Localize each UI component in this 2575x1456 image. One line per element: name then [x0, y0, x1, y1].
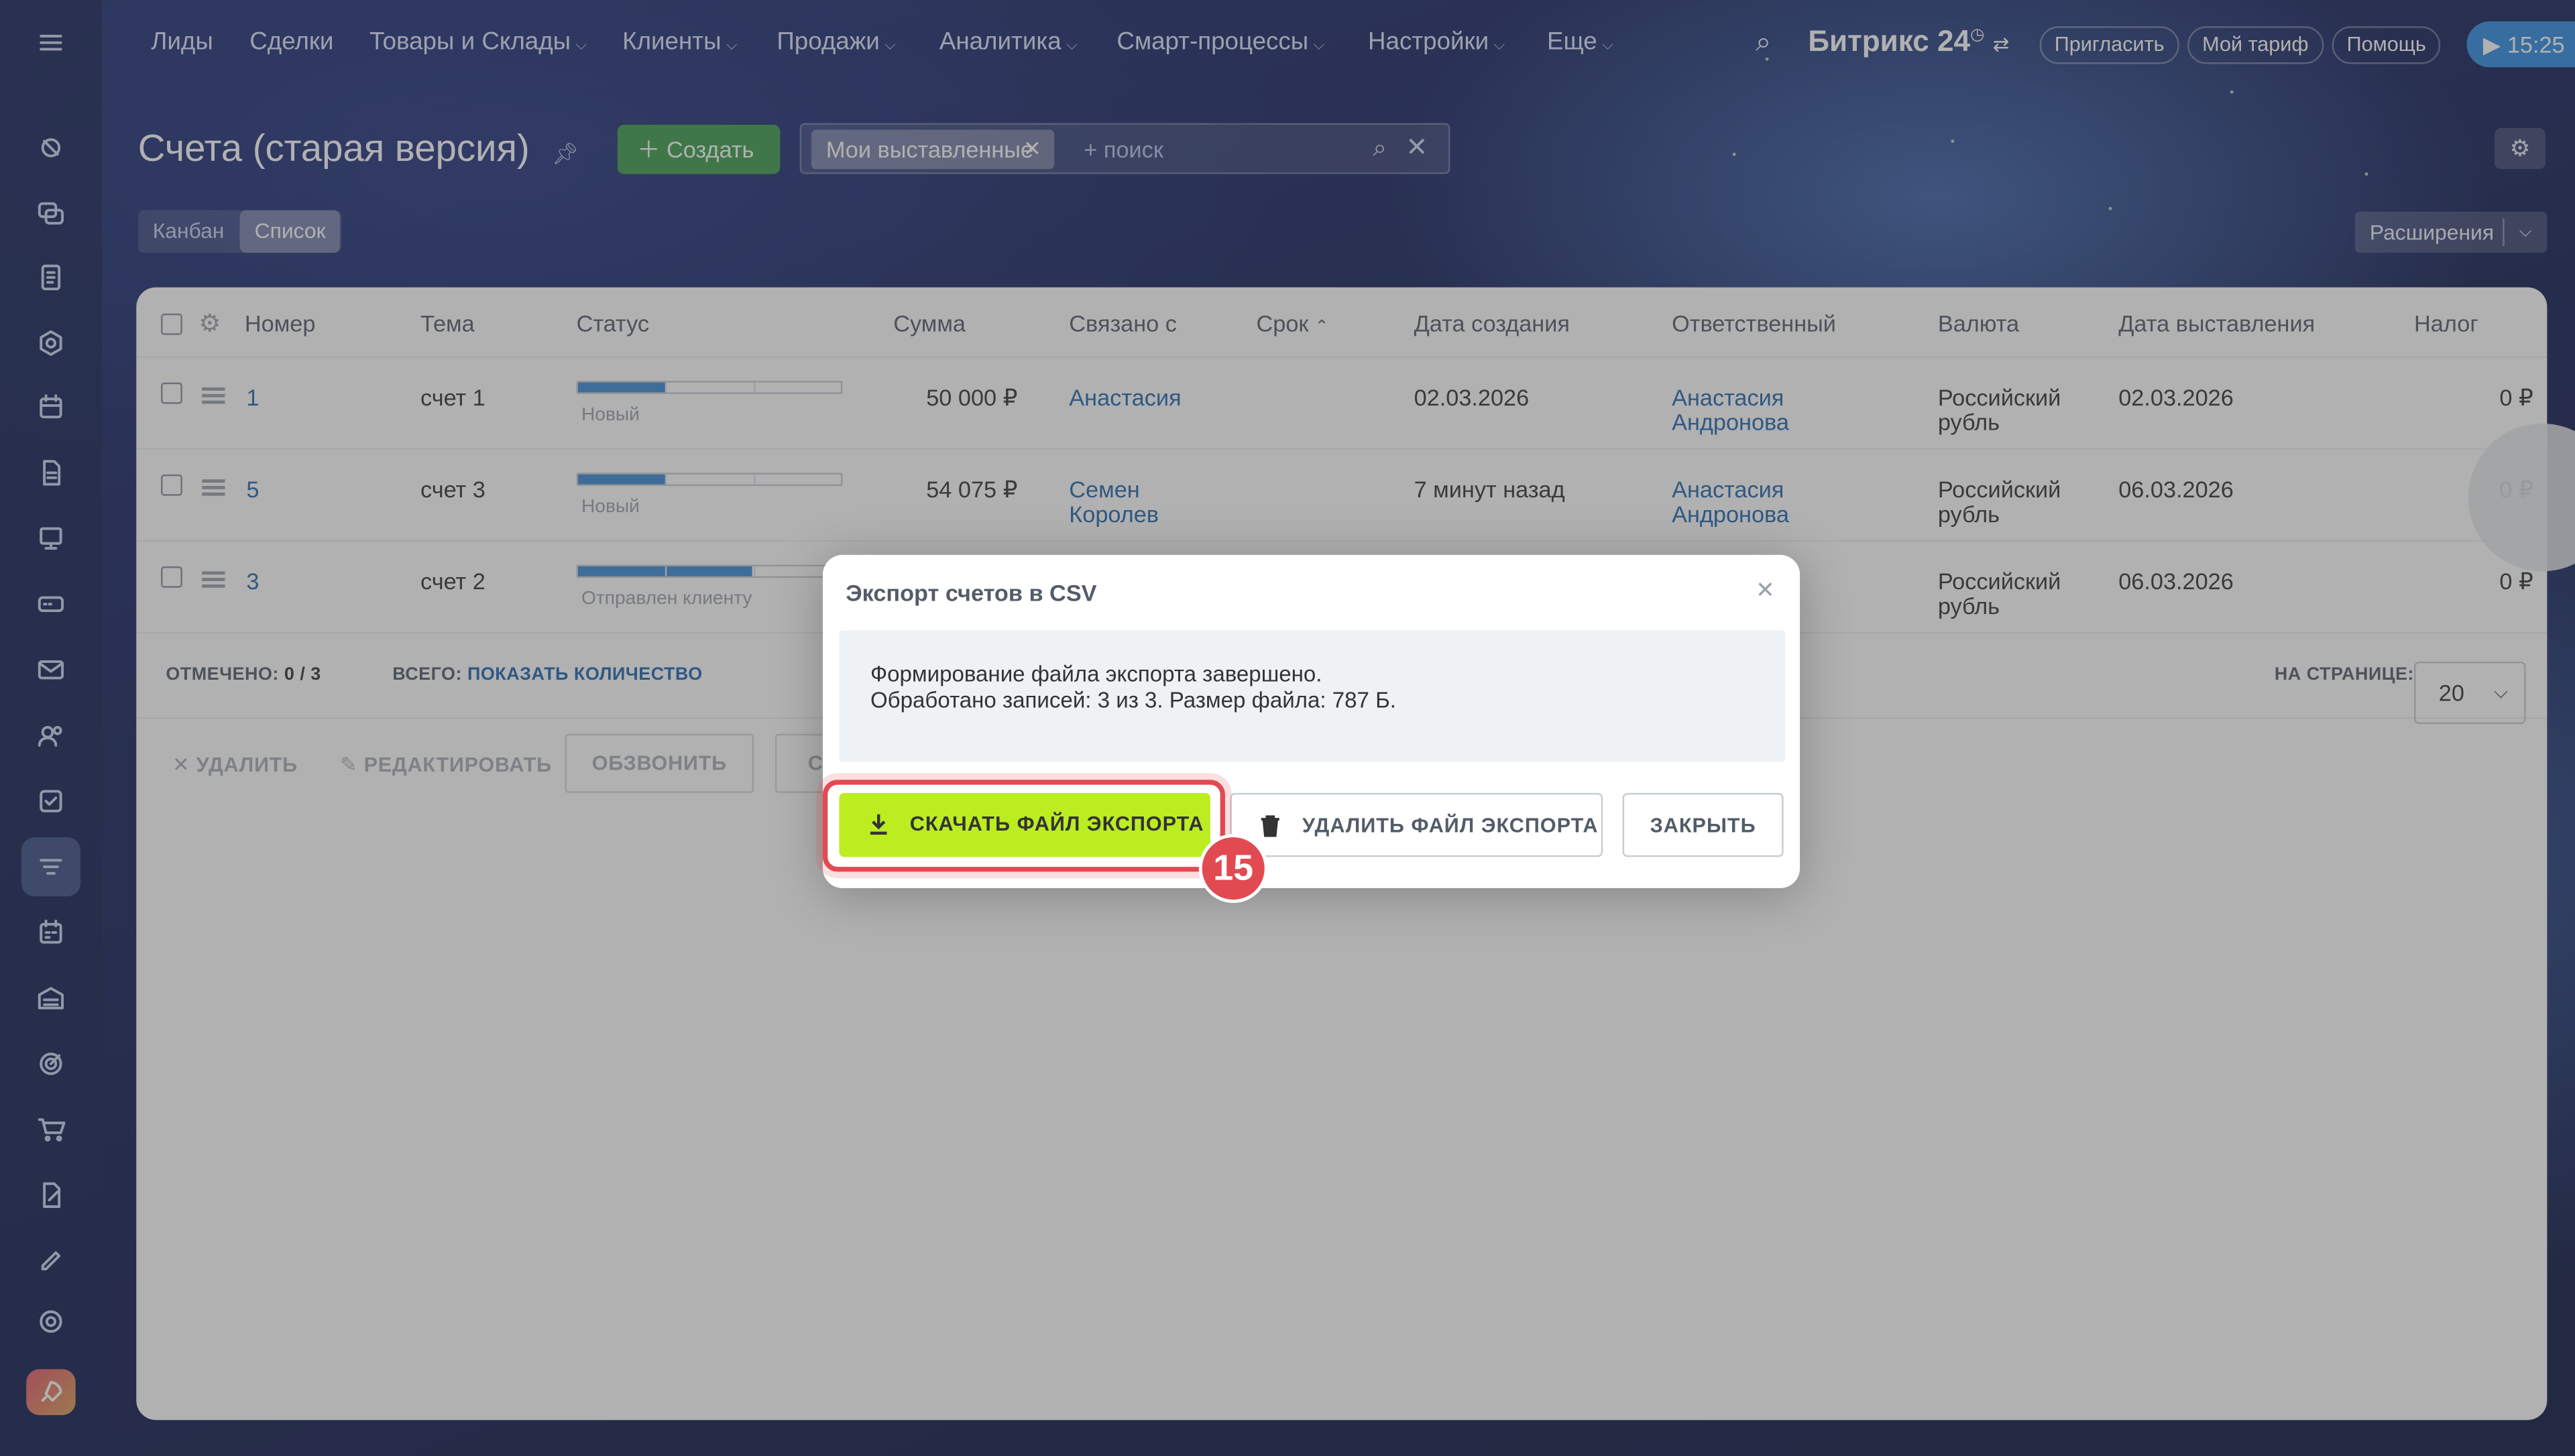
- close-dialog-button[interactable]: ЗАКРЫТЬ: [1622, 792, 1784, 857]
- dialog-title: Экспорт счетов в CSV: [846, 579, 1097, 606]
- export-status-message: Формирование файла экспорта завершено. О…: [839, 630, 1786, 762]
- status-line-1: Формирование файла экспорта завершено.: [870, 661, 1322, 686]
- delete-export-button[interactable]: УДАЛИТЬ ФАЙЛ ЭКСПОРТА: [1230, 792, 1603, 857]
- status-line-2: Обработано записей: 3 из 3. Размер файла…: [870, 688, 1396, 713]
- trash-icon: [1261, 815, 1279, 837]
- delete-export-label: УДАЛИТЬ ФАЙЛ ЭКСПОРТА: [1302, 814, 1599, 837]
- step-highlight-frame: [822, 780, 1225, 872]
- step-number-badge: 15: [1198, 834, 1268, 903]
- close-icon[interactable]: ✕: [1756, 577, 1775, 605]
